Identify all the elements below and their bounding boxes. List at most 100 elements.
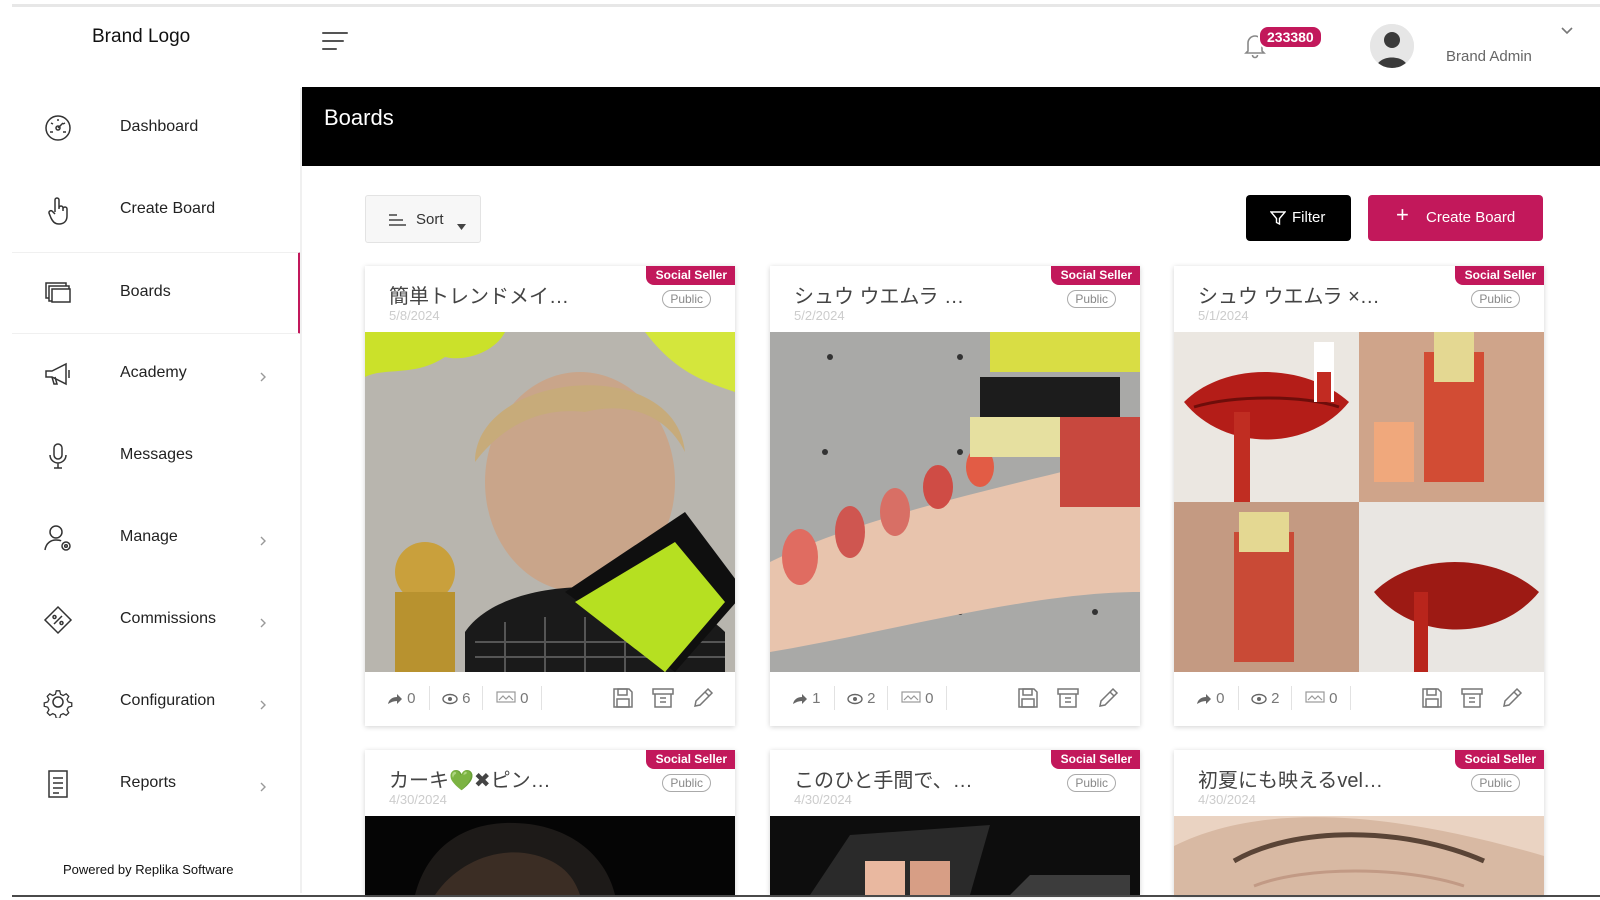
- share-icon: [1197, 694, 1211, 704]
- menu-toggle-icon[interactable]: [322, 32, 352, 54]
- sidebar-item-manage[interactable]: Manage: [12, 498, 302, 580]
- sort-button[interactable]: Sort: [365, 195, 481, 243]
- edit-pencil-icon[interactable]: [1500, 686, 1524, 710]
- chevron-right-icon: [258, 370, 268, 382]
- footer-separator: [834, 686, 835, 710]
- board-cover-image[interactable]: [365, 332, 735, 672]
- social-seller-badge: Social Seller: [1050, 266, 1140, 285]
- create-board-label: Create Board: [1426, 209, 1516, 226]
- board-title: シュウ ウエムラ …: [794, 286, 965, 308]
- board-card-footer: 0 6 0: [365, 672, 735, 726]
- chevron-down-icon[interactable]: [1560, 24, 1574, 38]
- sidebar: Dashboard Create Board Boards Academy Me…: [12, 88, 302, 893]
- share-count-value: 1: [812, 690, 821, 707]
- sidebar-divider: [300, 88, 302, 893]
- board-title: このひと手間で、…: [794, 770, 973, 792]
- brand-logo[interactable]: Brand Logo: [92, 26, 190, 48]
- board-card[interactable]: Social Seller このひと手間で、… 4/30/2024 Public: [770, 750, 1140, 895]
- view-count: 2: [1251, 690, 1280, 707]
- product-count: 0: [496, 690, 529, 707]
- board-date: 5/1/2024: [1198, 308, 1249, 323]
- share-count: 0: [1196, 690, 1225, 707]
- avatar[interactable]: [1370, 24, 1414, 68]
- microphone-icon: [42, 440, 74, 472]
- page-header: Boards: [302, 87, 1600, 166]
- archive-icon[interactable]: [1056, 686, 1080, 710]
- sidebar-item-label: Dashboard: [120, 118, 199, 135]
- footer-separator: [887, 686, 888, 710]
- social-seller-badge: Social Seller: [1050, 750, 1140, 769]
- sidebar-item-dashboard[interactable]: Dashboard: [12, 88, 302, 170]
- edit-pencil-icon[interactable]: [1096, 686, 1120, 710]
- visibility-badge: Public: [1471, 290, 1520, 308]
- sidebar-item-label: Messages: [120, 446, 193, 463]
- visibility-badge: Public: [1471, 774, 1520, 792]
- board-cover-image[interactable]: [1174, 816, 1544, 895]
- user-name[interactable]: Brand Admin: [1446, 48, 1532, 65]
- share-count: 0: [387, 690, 416, 707]
- chevron-right-icon: [258, 534, 268, 546]
- sort-label: Sort: [416, 211, 444, 228]
- sidebar-item-boards[interactable]: Boards: [12, 252, 302, 334]
- percent-tag-icon: [42, 604, 74, 636]
- product-count-value: 0: [520, 690, 529, 707]
- board-card-footer: 1 2 0: [770, 672, 1140, 726]
- plus-icon: +: [1396, 202, 1409, 227]
- view-count: 6: [442, 690, 471, 707]
- sidebar-item-commissions[interactable]: Commissions: [12, 580, 302, 662]
- board-date: 4/30/2024: [389, 792, 447, 807]
- board-card[interactable]: Social Seller 簡単トレンドメイ… 5/8/2024 Public: [365, 266, 735, 726]
- visibility-badge: Public: [662, 774, 711, 792]
- hand-pointer-icon: [42, 194, 74, 226]
- sidebar-item-label: Reports: [120, 774, 177, 791]
- gear-icon: [42, 686, 74, 719]
- sidebar-item-messages[interactable]: Messages: [12, 416, 302, 498]
- footer-separator: [429, 686, 430, 710]
- page-title: Boards: [324, 105, 394, 130]
- sidebar-item-configuration[interactable]: Configuration: [12, 662, 302, 744]
- social-seller-badge: Social Seller: [645, 750, 735, 769]
- board-title: 初夏にも映えるvel…: [1198, 770, 1383, 792]
- board-cover-image[interactable]: [770, 332, 1140, 672]
- sidebar-item-label: Configuration: [120, 692, 216, 709]
- powered-by-footer: Powered by Replika Software: [63, 862, 234, 877]
- notification-count-badge[interactable]: 233380: [1258, 25, 1323, 49]
- share-count: 1: [792, 690, 821, 707]
- archive-icon[interactable]: [651, 686, 675, 710]
- save-icon[interactable]: [1420, 686, 1444, 710]
- board-cover-image[interactable]: [1174, 332, 1544, 672]
- share-icon: [793, 694, 807, 704]
- sidebar-item-label: Commissions: [120, 610, 217, 627]
- product-count: 0: [901, 690, 934, 707]
- sidebar-item-label: Create Board: [120, 200, 216, 217]
- board-card-footer: 0 2 0: [1174, 672, 1544, 726]
- sort-lines-icon: [388, 213, 406, 227]
- board-cover-image[interactable]: [365, 816, 735, 895]
- visibility-badge: Public: [1067, 774, 1116, 792]
- sidebar-item-academy[interactable]: Academy: [12, 334, 302, 416]
- board-title: シュウ ウエムラ ×…: [1198, 286, 1380, 308]
- save-icon[interactable]: [1016, 686, 1040, 710]
- view-count-value: 6: [462, 690, 471, 707]
- board-cover-image[interactable]: [770, 816, 1140, 895]
- filter-button[interactable]: Filter: [1246, 195, 1351, 241]
- archive-icon[interactable]: [1460, 686, 1484, 710]
- save-icon[interactable]: [611, 686, 635, 710]
- board-card[interactable]: Social Seller 初夏にも映えるvel… 4/30/2024 Publ…: [1174, 750, 1544, 895]
- sidebar-item-reports[interactable]: Reports: [12, 744, 302, 826]
- product-count-value: 0: [925, 690, 934, 707]
- product-count-value: 0: [1329, 690, 1338, 707]
- sidebar-item-create-board[interactable]: Create Board: [12, 170, 302, 252]
- sidebar-item-label: Academy: [120, 364, 187, 381]
- create-board-button[interactable]: + Create Board: [1368, 195, 1543, 241]
- boards-stack-icon: [42, 277, 74, 309]
- board-card[interactable]: Social Seller シュウ ウエムラ ×… 5/1/2024 Publi…: [1174, 266, 1544, 726]
- products-icon: [901, 691, 921, 703]
- app-window: Brand Logo 233380 Brand Admin Dashboard …: [0, 0, 1600, 900]
- filter-label: Filter: [1292, 209, 1326, 226]
- chevron-right-icon: [258, 780, 268, 792]
- board-card[interactable]: Social Seller シュウ ウエムラ … 5/2/2024 Public: [770, 266, 1140, 726]
- eye-icon: [442, 693, 458, 705]
- board-card[interactable]: Social Seller カーキ💚✖ピン… 4/30/2024 Public: [365, 750, 735, 895]
- edit-pencil-icon[interactable]: [691, 686, 715, 710]
